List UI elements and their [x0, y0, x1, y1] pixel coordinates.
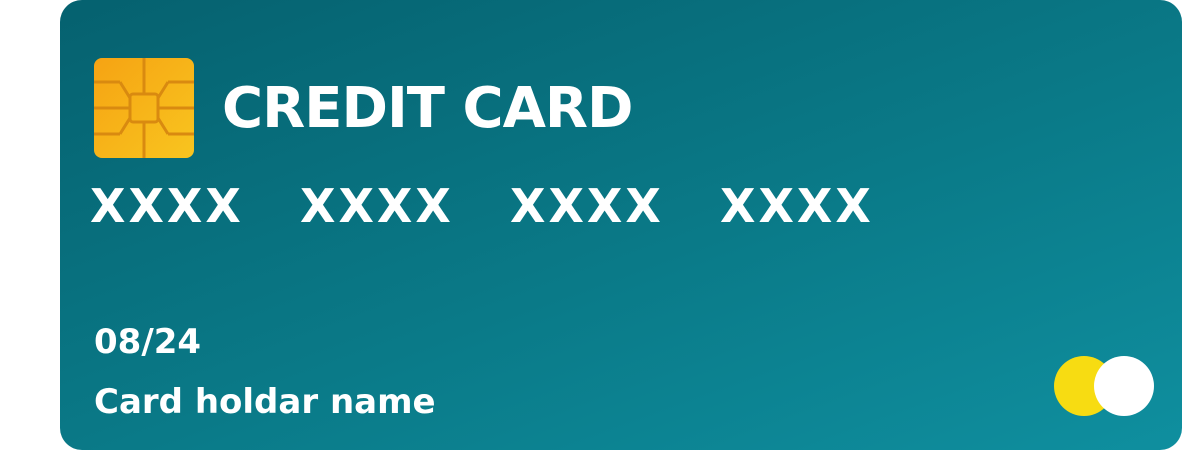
- expiry-date: 08/24: [94, 322, 202, 362]
- card-number-group-3: XXXX: [510, 179, 664, 233]
- chip-icon: [94, 58, 194, 158]
- card-number-group-2: XXXX: [300, 179, 454, 233]
- card-number-group-1: XXXX: [90, 179, 244, 233]
- two-circles-logo-icon: [1054, 356, 1156, 416]
- logo-right-circle: [1094, 356, 1154, 416]
- card-number-group-4: XXXX: [720, 179, 874, 233]
- card-number: XXXX XXXX XXXX XXXX: [90, 176, 872, 236]
- credit-card: CREDIT CARD XXXX XXXX XXXX XXXX 08/24 Ca…: [60, 0, 1182, 450]
- card-title: CREDIT CARD: [222, 76, 634, 141]
- card-holder-name: Card holdar name: [94, 382, 436, 422]
